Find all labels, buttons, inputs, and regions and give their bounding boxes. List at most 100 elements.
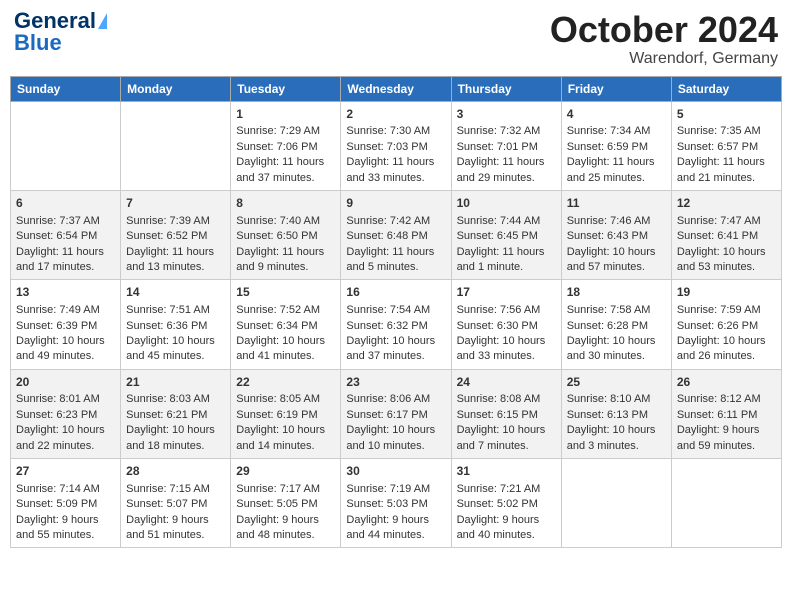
sunset-text: Sunset: 6:50 PM xyxy=(236,230,317,242)
day-number: 14 xyxy=(126,284,225,301)
calendar-cell: 7 Sunrise: 7:39 AM Sunset: 6:52 PM Dayli… xyxy=(121,190,231,279)
calendar-cell: 4 Sunrise: 7:34 AM Sunset: 6:59 PM Dayli… xyxy=(561,101,671,190)
sunset-text: Sunset: 6:13 PM xyxy=(567,409,648,421)
day-number: 19 xyxy=(677,284,776,301)
sunset-text: Sunset: 6:43 PM xyxy=(567,230,648,242)
calendar-cell: 20 Sunrise: 8:01 AM Sunset: 6:23 PM Dayl… xyxy=(11,369,121,458)
day-number: 22 xyxy=(236,374,335,391)
sunset-text: Sunset: 6:26 PM xyxy=(677,320,758,332)
day-number: 28 xyxy=(126,463,225,480)
daylight-text: Daylight: 10 hours and 18 minutes. xyxy=(126,424,215,451)
sunset-text: Sunset: 6:59 PM xyxy=(567,141,648,153)
day-number: 12 xyxy=(677,195,776,212)
sunset-text: Sunset: 6:36 PM xyxy=(126,320,207,332)
location: Warendorf, Germany xyxy=(550,50,778,68)
calendar-week-row: 13 Sunrise: 7:49 AM Sunset: 6:39 PM Dayl… xyxy=(11,280,782,369)
sunset-text: Sunset: 6:19 PM xyxy=(236,409,317,421)
day-number: 26 xyxy=(677,374,776,391)
day-number: 4 xyxy=(567,106,666,123)
day-number: 21 xyxy=(126,374,225,391)
calendar-cell: 16 Sunrise: 7:54 AM Sunset: 6:32 PM Dayl… xyxy=(341,280,451,369)
day-number: 18 xyxy=(567,284,666,301)
sunrise-text: Sunrise: 8:05 AM xyxy=(236,393,320,405)
logo: General Blue xyxy=(14,10,107,54)
calendar-cell xyxy=(561,459,671,548)
day-number: 3 xyxy=(457,106,556,123)
day-number: 31 xyxy=(457,463,556,480)
calendar-cell: 22 Sunrise: 8:05 AM Sunset: 6:19 PM Dayl… xyxy=(231,369,341,458)
daylight-text: Daylight: 9 hours and 51 minutes. xyxy=(126,514,209,541)
calendar-cell: 31 Sunrise: 7:21 AM Sunset: 5:02 PM Dayl… xyxy=(451,459,561,548)
day-number: 27 xyxy=(16,463,115,480)
daylight-text: Daylight: 10 hours and 49 minutes. xyxy=(16,335,105,362)
sunrise-text: Sunrise: 7:46 AM xyxy=(567,215,651,227)
day-number: 16 xyxy=(346,284,445,301)
calendar-cell xyxy=(121,101,231,190)
sunrise-text: Sunrise: 7:34 AM xyxy=(567,125,651,137)
daylight-text: Daylight: 10 hours and 30 minutes. xyxy=(567,335,656,362)
page-header: General Blue October 2024 Warendorf, Ger… xyxy=(10,10,782,68)
sunset-text: Sunset: 5:05 PM xyxy=(236,498,317,510)
day-number: 17 xyxy=(457,284,556,301)
sunrise-text: Sunrise: 7:17 AM xyxy=(236,483,320,495)
day-number: 7 xyxy=(126,195,225,212)
daylight-text: Daylight: 11 hours and 9 minutes. xyxy=(236,246,324,273)
sunrise-text: Sunrise: 7:14 AM xyxy=(16,483,100,495)
day-number: 8 xyxy=(236,195,335,212)
daylight-text: Daylight: 10 hours and 57 minutes. xyxy=(567,246,656,273)
logo-blue: Blue xyxy=(14,32,62,54)
sunrise-text: Sunrise: 7:19 AM xyxy=(346,483,430,495)
day-number: 15 xyxy=(236,284,335,301)
sunrise-text: Sunrise: 7:15 AM xyxy=(126,483,210,495)
sunrise-text: Sunrise: 7:39 AM xyxy=(126,215,210,227)
calendar-cell: 26 Sunrise: 8:12 AM Sunset: 6:11 PM Dayl… xyxy=(671,369,781,458)
sunset-text: Sunset: 6:30 PM xyxy=(457,320,538,332)
day-number: 10 xyxy=(457,195,556,212)
sunrise-text: Sunrise: 8:03 AM xyxy=(126,393,210,405)
calendar-week-row: 20 Sunrise: 8:01 AM Sunset: 6:23 PM Dayl… xyxy=(11,369,782,458)
sunrise-text: Sunrise: 7:21 AM xyxy=(457,483,541,495)
logo-triangle-icon xyxy=(98,13,107,29)
days-header-row: Sunday Monday Tuesday Wednesday Thursday… xyxy=(11,76,782,101)
calendar-week-row: 1 Sunrise: 7:29 AM Sunset: 7:06 PM Dayli… xyxy=(11,101,782,190)
daylight-text: Daylight: 9 hours and 55 minutes. xyxy=(16,514,99,541)
sunrise-text: Sunrise: 7:47 AM xyxy=(677,215,761,227)
sunset-text: Sunset: 7:06 PM xyxy=(236,141,317,153)
sunrise-text: Sunrise: 7:44 AM xyxy=(457,215,541,227)
header-friday: Friday xyxy=(561,76,671,101)
daylight-text: Daylight: 9 hours and 44 minutes. xyxy=(346,514,429,541)
sunset-text: Sunset: 6:39 PM xyxy=(16,320,97,332)
day-number: 23 xyxy=(346,374,445,391)
daylight-text: Daylight: 11 hours and 1 minute. xyxy=(457,246,545,273)
daylight-text: Daylight: 11 hours and 5 minutes. xyxy=(346,246,434,273)
sunrise-text: Sunrise: 8:06 AM xyxy=(346,393,430,405)
calendar-cell: 8 Sunrise: 7:40 AM Sunset: 6:50 PM Dayli… xyxy=(231,190,341,279)
daylight-text: Daylight: 9 hours and 40 minutes. xyxy=(457,514,540,541)
sunset-text: Sunset: 6:15 PM xyxy=(457,409,538,421)
calendar-cell: 12 Sunrise: 7:47 AM Sunset: 6:41 PM Dayl… xyxy=(671,190,781,279)
day-number: 20 xyxy=(16,374,115,391)
sunset-text: Sunset: 6:11 PM xyxy=(677,409,758,421)
calendar-cell: 13 Sunrise: 7:49 AM Sunset: 6:39 PM Dayl… xyxy=(11,280,121,369)
calendar-week-row: 27 Sunrise: 7:14 AM Sunset: 5:09 PM Dayl… xyxy=(11,459,782,548)
sunset-text: Sunset: 6:21 PM xyxy=(126,409,207,421)
calendar-cell: 18 Sunrise: 7:58 AM Sunset: 6:28 PM Dayl… xyxy=(561,280,671,369)
calendar-cell: 24 Sunrise: 8:08 AM Sunset: 6:15 PM Dayl… xyxy=(451,369,561,458)
calendar-cell: 17 Sunrise: 7:56 AM Sunset: 6:30 PM Dayl… xyxy=(451,280,561,369)
calendar-cell: 2 Sunrise: 7:30 AM Sunset: 7:03 PM Dayli… xyxy=(341,101,451,190)
day-number: 13 xyxy=(16,284,115,301)
daylight-text: Daylight: 10 hours and 33 minutes. xyxy=(457,335,546,362)
sunrise-text: Sunrise: 7:56 AM xyxy=(457,304,541,316)
sunset-text: Sunset: 5:02 PM xyxy=(457,498,538,510)
calendar-cell: 1 Sunrise: 7:29 AM Sunset: 7:06 PM Dayli… xyxy=(231,101,341,190)
calendar-cell: 11 Sunrise: 7:46 AM Sunset: 6:43 PM Dayl… xyxy=(561,190,671,279)
daylight-text: Daylight: 11 hours and 37 minutes. xyxy=(236,156,324,183)
calendar-cell xyxy=(11,101,121,190)
calendar-cell: 9 Sunrise: 7:42 AM Sunset: 6:48 PM Dayli… xyxy=(341,190,451,279)
daylight-text: Daylight: 11 hours and 21 minutes. xyxy=(677,156,765,183)
sunrise-text: Sunrise: 8:01 AM xyxy=(16,393,100,405)
sunrise-text: Sunrise: 7:30 AM xyxy=(346,125,430,137)
calendar-cell: 29 Sunrise: 7:17 AM Sunset: 5:05 PM Dayl… xyxy=(231,459,341,548)
sunrise-text: Sunrise: 7:49 AM xyxy=(16,304,100,316)
daylight-text: Daylight: 10 hours and 37 minutes. xyxy=(346,335,435,362)
